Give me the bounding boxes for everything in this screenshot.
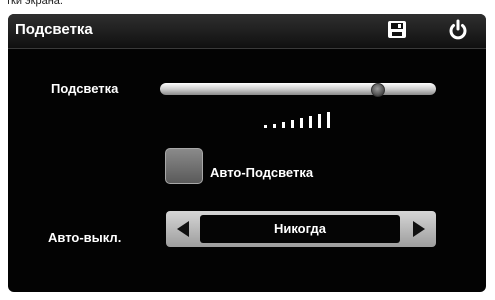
- level-bar: [300, 118, 303, 128]
- auto-off-label: Авто-выкл.: [48, 230, 122, 245]
- level-bar: [291, 120, 294, 128]
- level-bar: [309, 116, 312, 128]
- auto-backlight-label: Авто-Подсветка: [210, 165, 314, 180]
- title-bar: Подсветка: [8, 14, 486, 49]
- level-bar: [318, 114, 321, 128]
- caption-text: тки экрана.: [6, 0, 63, 7]
- save-icon: [388, 21, 406, 38]
- next-option-button[interactable]: [402, 211, 436, 247]
- save-button[interactable]: [384, 17, 410, 43]
- backlight-slider[interactable]: [160, 83, 436, 97]
- slider-thumb[interactable]: [371, 83, 385, 97]
- page-title: Подсветка: [15, 21, 93, 38]
- backlight-level-indicator: [264, 98, 344, 128]
- previous-option-button[interactable]: [166, 211, 200, 247]
- auto-off-value: Никогда: [200, 215, 400, 243]
- arrow-right-icon: [413, 221, 425, 237]
- level-bar: [282, 122, 285, 128]
- backlight-label: Подсветка: [51, 81, 119, 96]
- page-caption: тки экрана.: [0, 0, 495, 14]
- level-bar: [327, 112, 330, 128]
- settings-screen: Подсветка Подсветка Авто-Подсветка Авто-…: [8, 14, 486, 292]
- arrow-left-icon: [177, 221, 189, 237]
- auto-backlight-checkbox[interactable]: [165, 148, 203, 184]
- power-button[interactable]: [445, 17, 471, 43]
- power-icon: [449, 19, 467, 40]
- level-bar: [264, 125, 267, 128]
- level-bar: [273, 124, 276, 128]
- auto-off-selector: Никогда: [166, 211, 436, 247]
